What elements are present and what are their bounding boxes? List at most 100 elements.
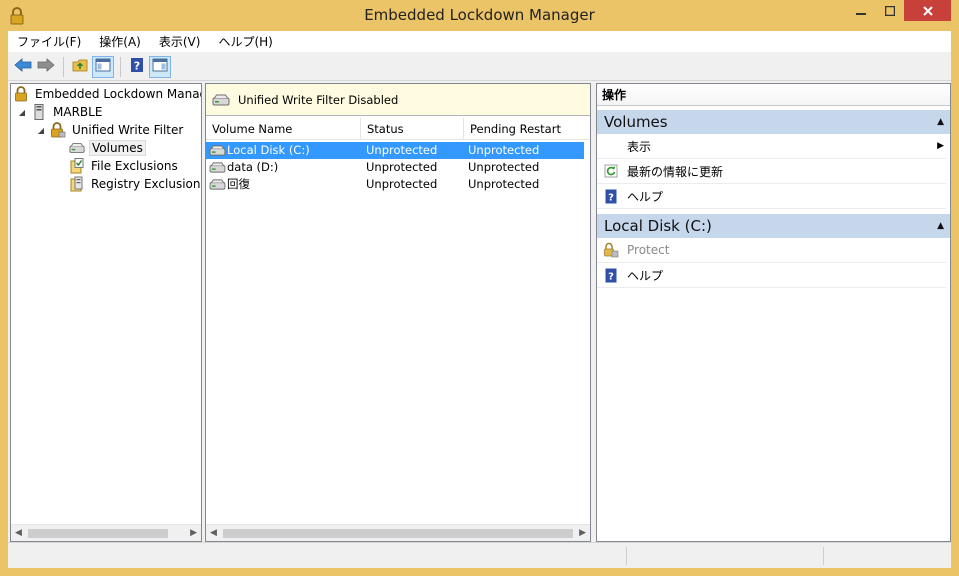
cell-status: Unprotected — [360, 142, 462, 159]
tree-node-uwf[interactable]: ◢ Unified Write Filter — [36, 121, 185, 139]
action-help[interactable]: ? ヘルプ — [597, 184, 946, 209]
expanded-arrow-icon[interactable]: ◢ — [17, 108, 27, 117]
action-help-local-disk[interactable]: ? ヘルプ — [597, 263, 946, 288]
menu-file[interactable]: ファイル(F) — [8, 31, 90, 53]
blank-icon — [603, 138, 619, 154]
registry-exclusion-icon — [69, 176, 85, 192]
section-header-local-disk[interactable]: Local Disk (C:) ▲ — [597, 214, 950, 238]
section-title: Volumes — [604, 113, 668, 131]
forward-arrow-icon — [37, 58, 55, 75]
console-tree[interactable]: Embedded Lockdown Manag ◢ MARBLE ◢ Unifi… — [10, 83, 202, 542]
lock-icon — [13, 86, 29, 102]
list-row[interactable]: Local Disk (C:) Unprotected Unprotected — [206, 142, 590, 159]
status-divider — [823, 547, 824, 565]
status-bar — [8, 542, 951, 568]
tree-label-computer: MARBLE — [53, 105, 103, 119]
menu-view[interactable]: 表示(V) — [150, 31, 210, 53]
column-header-status[interactable]: Status — [361, 118, 464, 139]
window-title: Embedded Lockdown Manager — [364, 6, 595, 24]
scroll-left-arrow-icon[interactable]: ◀ — [210, 528, 217, 538]
action-label: Protect — [627, 243, 670, 257]
volume-list: Local Disk (C:) Unprotected Unprotected … — [206, 142, 590, 193]
action-view[interactable]: 表示 ▶ — [597, 134, 946, 159]
menu-bar: ファイル(F) 操作(A) 表示(V) ヘルプ(H) — [8, 31, 951, 53]
column-header-pending-restart[interactable]: Pending Restart — [464, 118, 589, 139]
cell-status: Unprotected — [366, 160, 438, 174]
toolbar-separator — [63, 56, 64, 77]
tree-label-volumes: Volumes — [89, 140, 146, 156]
svg-text:?: ? — [134, 60, 140, 73]
drive-icon — [212, 93, 230, 107]
show-hide-action-pane-button[interactable] — [149, 55, 171, 78]
back-button[interactable] — [12, 56, 34, 78]
tree-horizontal-scrollbar[interactable]: ◀ ▶ — [11, 524, 201, 541]
column-header-volume-name[interactable]: Volume Name — [206, 118, 361, 139]
volume-name: Local Disk (C:) — [227, 143, 310, 157]
drive-icon — [209, 178, 227, 191]
status-divider — [626, 547, 627, 565]
results-pane: Unified Write Filter Disabled Volume Nam… — [205, 83, 591, 542]
drive-icon — [69, 140, 85, 156]
tree-node-registry-exclusions[interactable]: Registry Exclusions — [69, 175, 201, 193]
title-bar[interactable]: Embedded Lockdown Manager — [0, 0, 959, 31]
protect-lock-icon — [603, 242, 619, 258]
list-row[interactable]: 回復 Unprotected Unprotected — [206, 176, 590, 193]
expanded-arrow-icon[interactable]: ◢ — [36, 126, 46, 135]
cell-volume-name: data (D:) — [206, 159, 360, 176]
volume-name: data (D:) — [227, 160, 279, 174]
toolbar-separator — [120, 56, 121, 77]
action-label: ヘルプ — [627, 189, 664, 204]
list-row[interactable]: data (D:) Unprotected Unprotected — [206, 159, 590, 176]
tree-node-computer[interactable]: ◢ MARBLE — [17, 103, 104, 121]
cell-volume-name: Local Disk (C:) — [206, 142, 360, 159]
section-header-volumes[interactable]: Volumes ▲ — [597, 110, 950, 134]
menu-help[interactable]: ヘルプ(H) — [209, 31, 281, 53]
svg-text:?: ? — [608, 192, 614, 203]
actions-title: 操作 — [597, 84, 950, 106]
tree-label-uwf: Unified Write Filter — [72, 123, 184, 137]
actions-pane: 操作 Volumes ▲ 表示 ▶ 最新の情報に更新 ? ヘルプ Local D… — [596, 83, 951, 542]
lock-filter-icon — [50, 122, 66, 138]
tree-node-root[interactable]: Embedded Lockdown Manag — [13, 85, 202, 103]
scroll-left-arrow-icon[interactable]: ◀ — [15, 528, 22, 538]
minimize-button[interactable] — [846, 0, 876, 21]
menu-action[interactable]: 操作(A) — [90, 31, 150, 53]
volume-name: 回復 — [227, 177, 250, 191]
maximize-button[interactable] — [876, 0, 904, 21]
list-horizontal-scrollbar[interactable]: ◀ ▶ — [206, 524, 590, 541]
collapse-arrow-icon[interactable]: ▲ — [937, 221, 944, 231]
tree-label-root: Embedded Lockdown Manag — [35, 87, 202, 101]
cell-status: Unprotected — [366, 177, 438, 191]
banner-text: Unified Write Filter Disabled — [238, 92, 399, 107]
app-window: Embedded Lockdown Manager ファイル(F) 操作(A) … — [0, 0, 959, 576]
list-header: Volume Name Status Pending Restart — [206, 118, 590, 140]
tree-node-volumes[interactable]: Volumes — [69, 139, 146, 157]
close-button[interactable] — [904, 0, 951, 21]
scrollbar-thumb[interactable] — [223, 529, 573, 538]
help-icon: ? — [129, 57, 145, 76]
refresh-icon — [603, 163, 619, 179]
cell-volume-name: 回復 — [206, 176, 360, 193]
tree-node-file-exclusions[interactable]: File Exclusions — [69, 157, 180, 175]
drive-icon — [209, 161, 227, 174]
submenu-arrow-icon: ▶ — [937, 141, 944, 151]
drive-icon — [209, 144, 227, 157]
console-tree-icon — [95, 57, 111, 76]
collapse-arrow-icon[interactable]: ▲ — [937, 117, 944, 127]
cell-pending-restart: Unprotected — [468, 177, 540, 191]
show-hide-console-tree-button[interactable] — [92, 55, 114, 78]
scroll-right-arrow-icon[interactable]: ▶ — [579, 528, 586, 538]
scroll-right-arrow-icon[interactable]: ▶ — [190, 528, 197, 538]
scrollbar-thumb[interactable] — [28, 529, 168, 538]
action-protect[interactable]: Protect — [597, 238, 946, 263]
main-area: Embedded Lockdown Manag ◢ MARBLE ◢ Unifi… — [8, 81, 951, 542]
help-icon: ? — [603, 188, 619, 204]
action-refresh[interactable]: 最新の情報に更新 — [597, 159, 946, 184]
back-arrow-icon — [14, 58, 32, 75]
help-button[interactable]: ? — [126, 56, 148, 78]
up-one-level-button[interactable] — [69, 56, 91, 78]
computer-tower-icon — [31, 104, 47, 120]
action-label: ヘルプ — [627, 268, 664, 283]
cell-pending-restart: Unprotected — [468, 160, 540, 174]
forward-button[interactable] — [35, 56, 57, 78]
